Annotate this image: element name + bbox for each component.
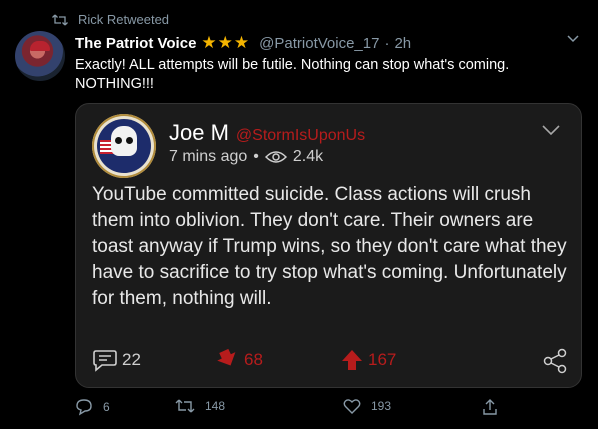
share-button[interactable] [481, 398, 499, 416]
card-avatar[interactable] [92, 114, 156, 178]
card-author-row: Joe M @StormIsUponUs [169, 120, 365, 146]
eye-icon [264, 150, 287, 164]
retweet-label[interactable]: Rick Retweeted [78, 12, 169, 27]
comment-icon [92, 348, 118, 372]
star-badges: ★★★ [201, 33, 251, 52]
share-nodes-icon [542, 348, 568, 374]
heart-icon [343, 398, 361, 414]
card-meta-dot: • [253, 148, 259, 165]
author-name[interactable]: The Patriot Voice [75, 35, 196, 52]
retweet-action-icon [175, 398, 195, 414]
tweet-actions: 6 148 193 [75, 398, 555, 422]
like-button[interactable]: 193 [343, 398, 391, 414]
card-actions: 22 68 167 [92, 348, 570, 376]
tweet-text-line-2: NOTHING!!! [75, 76, 154, 92]
retweet-icon [52, 14, 68, 26]
retweet-count: 148 [205, 399, 226, 413]
tweet-header: The Patriot Voice ★★★ @PatriotVoice_17 ·… [75, 33, 411, 53]
upvote-icon [340, 348, 364, 372]
card-upvote-button[interactable]: 167 [340, 348, 396, 372]
like-count: 193 [371, 399, 392, 413]
reply-icon [75, 398, 93, 416]
card-upvote-count: 167 [368, 350, 397, 369]
card-views: 2.4k [292, 148, 324, 165]
downvote-icon [216, 348, 240, 372]
separator-dot: · [384, 34, 390, 52]
tweet-text: Exactly! ALL attempts will be futile. No… [75, 56, 575, 94]
card-body-text: YouTube committed suicide. Class actions… [92, 184, 567, 309]
avatar[interactable] [15, 31, 65, 81]
retweet-button[interactable]: 148 [175, 398, 225, 414]
tweet-time[interactable]: 2h [394, 35, 411, 52]
card-chevron-down-icon[interactable] [541, 124, 561, 136]
share-upload-icon [481, 398, 499, 416]
reply-count: 6 [103, 400, 110, 414]
card-comment-button[interactable]: 22 [92, 348, 141, 372]
tweet-text-line-1: Exactly! ALL attempts will be futile. No… [75, 57, 510, 73]
embedded-post-card[interactable]: Joe M @StormIsUponUs 7 mins ago • 2.4k Y… [75, 103, 582, 388]
reply-button[interactable]: 6 [75, 398, 110, 416]
card-downvote-button[interactable]: 68 [216, 348, 263, 372]
card-share-button[interactable] [542, 348, 568, 374]
card-author-name[interactable]: Joe M [169, 120, 229, 146]
card-meta: 7 mins ago • 2.4k [169, 148, 323, 166]
card-time: 7 mins ago [169, 148, 248, 165]
author-handle[interactable]: @PatriotVoice_17 [259, 35, 379, 52]
card-downvote-count: 68 [244, 350, 263, 369]
card-comment-count: 22 [122, 350, 141, 369]
card-author-handle[interactable]: @StormIsUponUs [236, 127, 365, 145]
more-options-chevron-icon[interactable] [566, 34, 580, 44]
retweet-context: Rick Retweeted [52, 12, 169, 27]
